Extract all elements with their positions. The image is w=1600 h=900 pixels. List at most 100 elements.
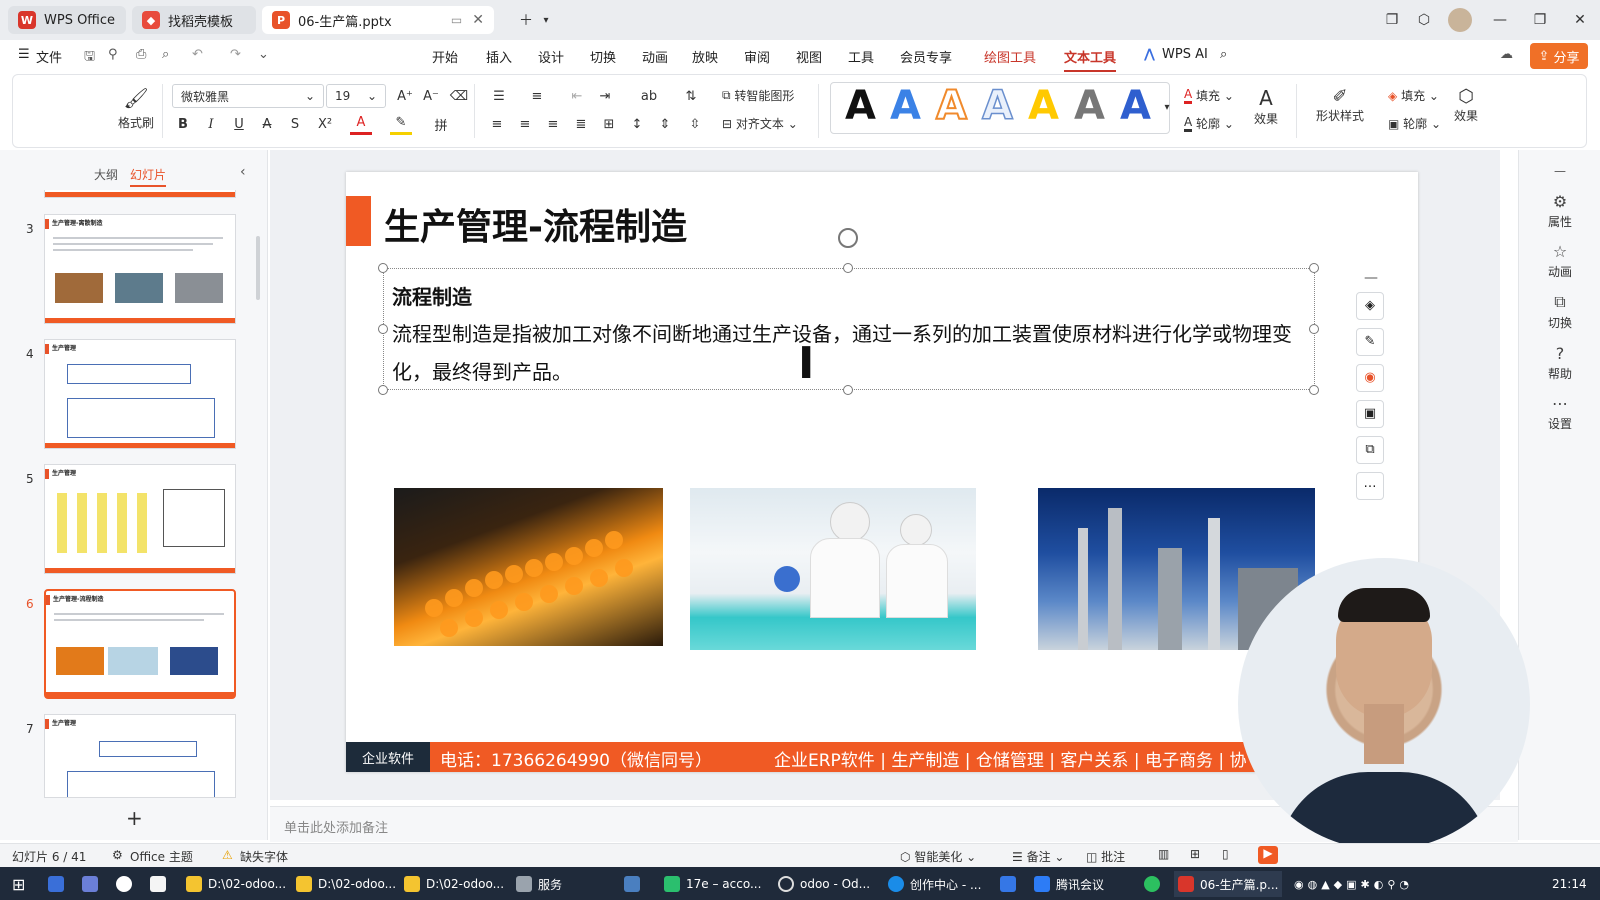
rotate-handle-icon[interactable] (838, 228, 858, 248)
redo-icon[interactable]: ↷ (230, 47, 241, 62)
windows-start-icon[interactable]: ⊞ (8, 871, 29, 897)
cloud-upload-icon[interactable]: ☁ (1500, 47, 1513, 62)
shadow-s-icon[interactable]: S (284, 113, 306, 135)
text-style-dark-blue[interactable]: A (1120, 84, 1151, 128)
text-style-orange-outline[interactable]: A (935, 83, 968, 129)
slide-thumbnail-7[interactable]: 生产管理 (44, 714, 236, 798)
superscript-icon[interactable]: X² (314, 113, 336, 135)
lab-workers-image[interactable] (690, 488, 976, 650)
minimize-icon[interactable]: — (1488, 8, 1512, 32)
decrease-font-icon[interactable]: A⁻ (420, 85, 442, 107)
resize-handle[interactable] (1309, 263, 1319, 273)
line-spacing-icon[interactable]: ↕ (626, 113, 648, 135)
theme-name[interactable]: Office 主题 (130, 848, 193, 865)
layers-icon[interactable]: ◈ (1356, 292, 1384, 320)
smart-beautify-button[interactable]: ⬡ 智能美化 ⌄ (900, 848, 976, 865)
screen-icon[interactable]: ▭ (451, 13, 462, 27)
save-icon[interactable]: 🖫 (84, 47, 95, 69)
text-direction-icon[interactable]: ab (638, 85, 660, 107)
menu-wps-ai[interactable]: WPS AI (1162, 47, 1208, 62)
resize-handle[interactable] (378, 263, 388, 273)
task-creation[interactable]: 创作中心 - ... (884, 871, 985, 897)
resize-handle[interactable] (843, 385, 853, 395)
tab-wps-office[interactable]: W WPS Office (8, 6, 126, 34)
task-odoo[interactable]: odoo - Od... (774, 871, 874, 897)
slide-thumbnail-5[interactable]: 生产管理 (44, 464, 236, 574)
normal-view-icon[interactable]: ▥ (1158, 847, 1169, 861)
bullet-list-icon[interactable]: ☰ (488, 85, 510, 107)
text-style-light-outline[interactable]: A (981, 83, 1013, 129)
task-folder-2[interactable]: D:\02-odoo... (292, 871, 400, 897)
system-tray[interactable]: ◉◍▲◆▣✱◐⚲◔ (1290, 871, 1417, 897)
transition-button[interactable]: ⧉ 切换 (1519, 292, 1600, 331)
border-icon[interactable]: ▣ (1356, 400, 1384, 428)
justify-icon[interactable]: ≣ (570, 113, 592, 135)
menu-member[interactable]: 会员专享 (900, 47, 952, 66)
task-wps[interactable]: 06-生产篇.p... (1174, 871, 1283, 897)
strikethrough-icon[interactable]: A (256, 113, 278, 135)
text-box[interactable]: 流程制造 流程型制造是指被加工对像不间断地通过生产设备，通过一系列的加工装置使原… (383, 268, 1315, 390)
phonetic-icon[interactable]: 拼 (430, 113, 452, 135)
highlight-icon[interactable]: ✎ (390, 113, 412, 135)
reading-view-icon[interactable]: ▯ (1222, 847, 1229, 861)
bold-icon[interactable]: B (172, 113, 194, 135)
font-name-select[interactable]: 微软雅黑 ⌄ (172, 84, 324, 108)
resize-handle[interactable] (378, 385, 388, 395)
window-mode-icon[interactable]: ❐ (1380, 8, 1404, 32)
tab-template[interactable]: ◆ 找稻壳模板 (132, 6, 256, 34)
indent-icon[interactable]: ⇥ (594, 85, 616, 107)
copy-format-icon[interactable]: ⧉ (1356, 436, 1384, 464)
task-folder-3[interactable]: D:\02-odoo... (400, 871, 508, 897)
play-icon[interactable]: ▶ (1258, 846, 1278, 864)
text-outline-button[interactable]: A 轮廓 ⌄ (1184, 115, 1234, 132)
print-icon[interactable]: ⎙ (136, 47, 146, 62)
comments-button[interactable]: ◫ 批注 (1086, 848, 1125, 865)
increase-font-icon[interactable]: A⁺ (394, 85, 416, 107)
app-icon[interactable] (996, 871, 1026, 897)
properties-button[interactable]: ⚙ 属性 (1519, 192, 1600, 230)
app-icon[interactable] (112, 871, 142, 897)
tab-document[interactable]: P 06-生产篇.pptx ▭ ✕ (262, 6, 494, 34)
align-left-icon[interactable]: ≡ (486, 113, 508, 135)
resize-handle[interactable] (1309, 385, 1319, 395)
slide-thumbnail-3[interactable]: 生产管理-离散制造 (44, 214, 236, 324)
menu-design[interactable]: 设计 (538, 47, 564, 66)
menu-start[interactable]: 开始 (432, 47, 458, 66)
paragraph-spacing-icon[interactable]: ⇕ (654, 113, 676, 135)
text-style-gray[interactable]: A (1074, 84, 1105, 128)
smart-shape-button[interactable]: ⧉ 转智能图形 (722, 87, 794, 104)
format-painter-button[interactable]: 🖌 格式刷 (118, 86, 154, 131)
tab-slides[interactable]: 幻灯片 (130, 166, 167, 187)
pen-icon[interactable]: ✎ (1356, 328, 1384, 356)
slide-thumbnail-6-selected[interactable]: 生产管理-流程制造 (44, 589, 236, 699)
menu-review[interactable]: 审阅 (744, 47, 770, 66)
menu-animation[interactable]: 动画 (642, 47, 668, 66)
wechat-icon[interactable] (1140, 871, 1170, 897)
menu-tools[interactable]: 工具 (848, 47, 874, 66)
font-color-icon[interactable]: A (350, 113, 372, 135)
maximize-icon[interactable]: ❐ (1528, 8, 1552, 32)
distribute-icon[interactable]: ⊞ (598, 113, 620, 135)
slide-title[interactable]: 生产管理-流程制造 (384, 198, 687, 250)
align-center-icon[interactable]: ≡ (514, 113, 536, 135)
grid-view-icon[interactable]: ⊞ (1190, 847, 1200, 861)
missing-font[interactable]: 缺失字体 (240, 848, 288, 865)
notes-button[interactable]: ☰ 备注 ⌄ (1012, 848, 1064, 865)
fill-bucket-icon[interactable]: ◉ (1356, 364, 1384, 392)
outdent-icon[interactable]: ⇤ (566, 85, 588, 107)
task-services[interactable]: 服务 (512, 871, 566, 897)
app-icon[interactable] (44, 871, 74, 897)
align-text-button[interactable]: ⊟ 对齐文本 ⌄ (722, 115, 798, 132)
font-size-select[interactable]: 19 ⌄ (326, 84, 386, 108)
avatar[interactable] (1448, 8, 1472, 32)
share-button[interactable]: ⇪ 分享 (1530, 43, 1588, 69)
shape-style-button[interactable]: ✐ 形状样式 (1316, 86, 1364, 124)
collapse-icon[interactable]: — (1364, 270, 1378, 286)
hamburger-icon[interactable]: ☰ (18, 47, 30, 62)
collapse-panel-icon[interactable]: ‹ (240, 164, 246, 180)
app-icon[interactable] (620, 871, 650, 897)
shape-outline-button[interactable]: ▣ 轮廓 ⌄ (1388, 115, 1441, 132)
app-icon[interactable] (78, 871, 108, 897)
menu-text-tools[interactable]: 文本工具 (1064, 47, 1117, 72)
share-link-icon[interactable]: ⚲ (108, 47, 118, 62)
